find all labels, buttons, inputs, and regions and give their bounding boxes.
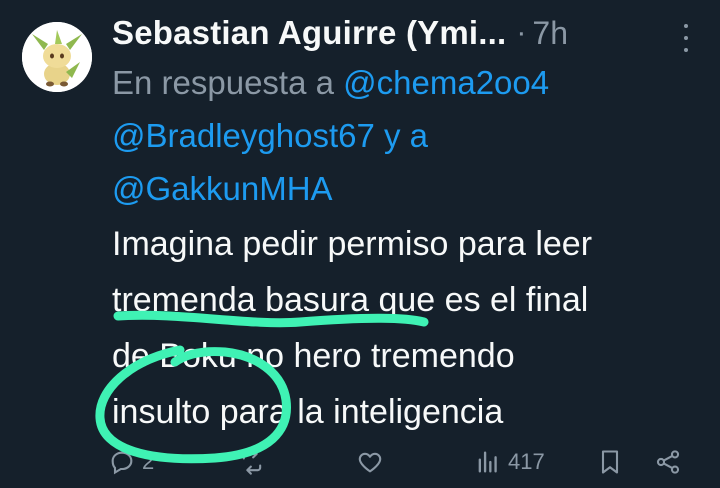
views-button[interactable]: 417 — [474, 442, 545, 482]
retweet-icon — [242, 449, 262, 475]
mention-link[interactable]: @chema2oo4 — [343, 64, 549, 101]
header-separator: · — [516, 16, 527, 49]
retweet-button[interactable] — [238, 442, 272, 482]
tweet-timestamp[interactable]: 7h — [532, 15, 568, 52]
avatar[interactable] — [22, 22, 92, 92]
tweet-card[interactable]: Sebastian Aguirre (Ymi... · 7h En respue… — [0, 0, 720, 488]
tweet-text-line: tremenda basura que es el final — [112, 281, 589, 319]
author-display-name[interactable]: Sebastian Aguirre (Ymi... — [112, 14, 506, 52]
share-button[interactable] — [654, 442, 682, 482]
mention-connector: y a — [384, 117, 429, 154]
more-options-icon[interactable] — [676, 24, 696, 52]
mention-link[interactable]: @Bradleyghost67 — [112, 117, 375, 154]
bookmark-icon — [601, 450, 619, 474]
tweet-header: Sebastian Aguirre (Ymi... · 7h — [112, 8, 568, 58]
reply-context: En respuesta a @chema2oo4 @Bradleyghost6… — [112, 56, 692, 215]
leafeon-avatar-icon — [22, 22, 92, 92]
circled-phrase: insulto pa — [112, 393, 258, 431]
tweet-text-line: de Boku no hero tremendo — [112, 337, 515, 375]
tweet-text: Imagina pedir permiso para leer tremenda… — [112, 216, 692, 440]
tweet-text-line: insulto para la inteligencia — [112, 393, 504, 431]
underlined-phrase: tremenda basura — [112, 281, 370, 319]
mention-link[interactable]: @GakkunMHA — [112, 170, 333, 207]
share-icon — [656, 450, 680, 474]
heart-icon — [358, 452, 382, 473]
reply-button[interactable]: 2 — [108, 442, 154, 482]
views-icon — [478, 451, 497, 473]
tweet-text-line: Imagina pedir permiso para leer — [112, 225, 593, 263]
reply-count: 2 — [142, 449, 155, 474]
reply-icon — [111, 451, 133, 475]
views-count: 417 — [508, 449, 545, 474]
like-button[interactable] — [356, 442, 390, 482]
bookmark-button[interactable] — [596, 442, 624, 482]
tweet-action-bar: 2 417 — [0, 438, 720, 486]
reply-to-label: En respuesta a — [112, 64, 334, 101]
